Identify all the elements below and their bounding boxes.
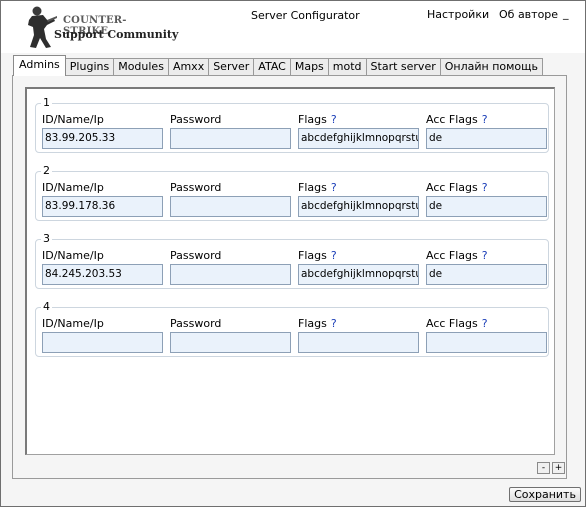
- acc-flags-label: Acc Flags?: [426, 249, 488, 262]
- acc-flags-label: Acc Flags?: [426, 317, 488, 330]
- password-input[interactable]: [170, 128, 291, 149]
- id-label: ID/Name/Ip: [42, 181, 104, 194]
- admins-panel: 1 ID/Name/Ip Password Flags? Acc Flags? …: [12, 75, 567, 479]
- entry-number: 1: [41, 96, 52, 109]
- flags-label: Flags?: [298, 249, 337, 262]
- tab-bar: Admins Plugins Modules Amxx Server ATAC …: [13, 55, 544, 76]
- admin-entry: 3 ID/Name/Ip Password Flags? Acc Flags? …: [35, 233, 549, 289]
- password-label: Password: [170, 249, 222, 262]
- save-button[interactable]: Сохранить: [509, 487, 581, 502]
- tab-maps[interactable]: Maps: [289, 58, 329, 76]
- settings-menu[interactable]: Настройки: [427, 8, 489, 21]
- id-label: ID/Name/Ip: [42, 113, 104, 126]
- password-input[interactable]: [170, 332, 291, 353]
- entry-number: 2: [41, 164, 52, 177]
- password-input[interactable]: [170, 264, 291, 285]
- admin-entry: 4 ID/Name/Ip Password Flags? Acc Flags?: [35, 301, 549, 357]
- tab-online-help[interactable]: Онлайн помощь: [439, 58, 544, 76]
- acc-flags-label: Acc Flags?: [426, 181, 488, 194]
- id-input[interactable]: 83.99.205.33: [42, 128, 163, 149]
- acc-flags-help-icon[interactable]: ?: [482, 113, 488, 126]
- admin-entry: 1 ID/Name/Ip Password Flags? Acc Flags? …: [35, 97, 549, 153]
- soldier-icon: [28, 6, 57, 48]
- flags-input[interactable]: abcdefghijklmnopqrstu: [298, 264, 419, 285]
- acc-flags-input[interactable]: de: [426, 128, 547, 149]
- tab-modules[interactable]: Modules: [113, 58, 169, 76]
- password-label: Password: [170, 113, 222, 126]
- flags-help-icon[interactable]: ?: [331, 113, 337, 126]
- remove-entry-button[interactable]: -: [537, 462, 550, 474]
- password-input[interactable]: [170, 196, 291, 217]
- acc-flags-help-icon[interactable]: ?: [482, 249, 488, 262]
- acc-flags-label-text: Acc Flags: [426, 317, 478, 330]
- flags-label-text: Flags: [298, 113, 327, 126]
- flags-input[interactable]: abcdefghijklmnopqrstu: [298, 128, 419, 149]
- window-title: Server Configurator: [251, 9, 360, 22]
- acc-flags-input[interactable]: de: [426, 264, 547, 285]
- flags-label: Flags?: [298, 317, 337, 330]
- acc-flags-label-text: Acc Flags: [426, 113, 478, 126]
- minimize-button[interactable]: _: [563, 7, 569, 20]
- acc-flags-label-text: Acc Flags: [426, 181, 478, 194]
- flags-label: Flags?: [298, 181, 337, 194]
- logo-subtitle: Support Community: [54, 28, 179, 41]
- title-bar: COUNTER-STRIKE Support Community Server …: [1, 1, 585, 53]
- password-label: Password: [170, 181, 222, 194]
- app-window: COUNTER-STRIKE Support Community Server …: [0, 0, 586, 507]
- flags-help-icon[interactable]: ?: [331, 317, 337, 330]
- flags-help-icon[interactable]: ?: [331, 181, 337, 194]
- flags-help-icon[interactable]: ?: [331, 249, 337, 262]
- tab-atac[interactable]: ATAC: [253, 58, 291, 76]
- id-label: ID/Name/Ip: [42, 317, 104, 330]
- about-menu[interactable]: Об авторе: [499, 8, 558, 21]
- id-input[interactable]: [42, 332, 163, 353]
- flags-label-text: Flags: [298, 317, 327, 330]
- admins-scroll-area[interactable]: 1 ID/Name/Ip Password Flags? Acc Flags? …: [25, 87, 555, 455]
- tab-server[interactable]: Server: [208, 58, 255, 76]
- flags-input[interactable]: abcdefghijklmnopqrstu: [298, 196, 419, 217]
- acc-flags-label-text: Acc Flags: [426, 249, 478, 262]
- tab-admins[interactable]: Admins: [13, 55, 66, 76]
- id-input[interactable]: 84.245.203.53: [42, 264, 163, 285]
- acc-flags-label: Acc Flags?: [426, 113, 488, 126]
- acc-flags-help-icon[interactable]: ?: [482, 317, 488, 330]
- entry-number: 3: [41, 232, 52, 245]
- entry-number: 4: [41, 300, 52, 313]
- id-label: ID/Name/Ip: [42, 249, 104, 262]
- tab-motd[interactable]: motd: [327, 58, 367, 76]
- acc-flags-input[interactable]: [426, 332, 547, 353]
- password-label: Password: [170, 317, 222, 330]
- acc-flags-help-icon[interactable]: ?: [482, 181, 488, 194]
- tab-start-server[interactable]: Start server: [365, 58, 441, 76]
- flags-label: Flags?: [298, 113, 337, 126]
- tab-amxx[interactable]: Amxx: [167, 58, 210, 76]
- acc-flags-input[interactable]: de: [426, 196, 547, 217]
- flags-input[interactable]: [298, 332, 419, 353]
- id-input[interactable]: 83.99.178.36: [42, 196, 163, 217]
- flags-label-text: Flags: [298, 181, 327, 194]
- flags-label-text: Flags: [298, 249, 327, 262]
- counter-strike-logo: COUNTER-STRIKE Support Community: [23, 5, 178, 49]
- add-entry-button[interactable]: +: [552, 462, 565, 474]
- admin-entry: 2 ID/Name/Ip Password Flags? Acc Flags? …: [35, 165, 549, 221]
- tab-plugins[interactable]: Plugins: [64, 58, 115, 76]
